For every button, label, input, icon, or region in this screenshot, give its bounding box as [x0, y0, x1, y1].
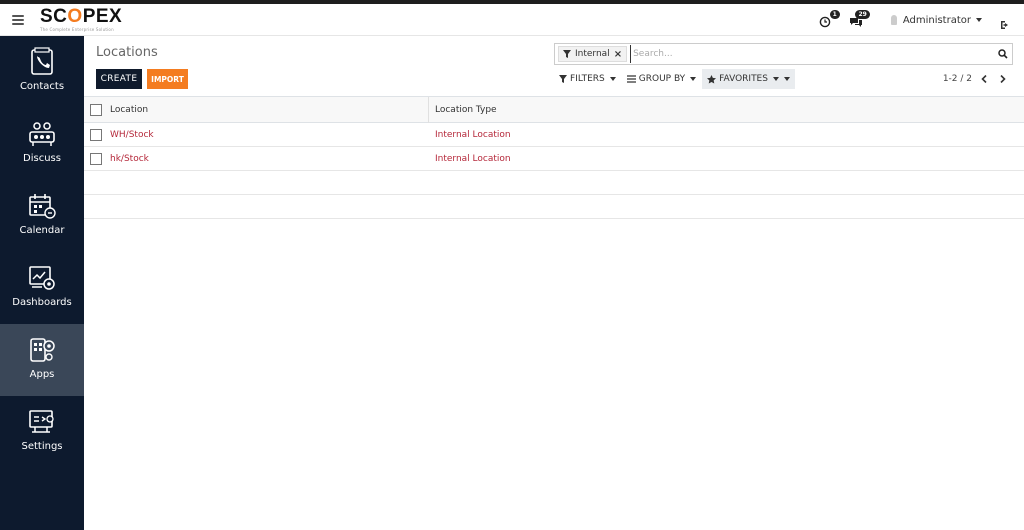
search-facet-internal: Internal × [558, 46, 628, 62]
search-icon[interactable] [994, 45, 1012, 63]
sidebar-item-dashboards[interactable]: Dashboards [0, 252, 84, 324]
filter-icon [563, 50, 571, 58]
row-checkbox[interactable] [90, 152, 102, 165]
column-header-location-type[interactable]: Location Type [429, 105, 1024, 115]
chevron-down-icon [690, 77, 697, 81]
activity-count-badge: 1 [829, 10, 840, 19]
chevron-down-icon [609, 77, 616, 81]
brand-logo[interactable]: SCOPEX The Complete Enterprise Solution [40, 7, 122, 32]
menu-toggle-icon[interactable] [12, 14, 24, 25]
locations-table: Location Location Type WH/Stock Internal… [84, 96, 1024, 219]
location-type-cell[interactable]: Internal Location [429, 130, 1024, 140]
table-row[interactable]: WH/Stock Internal Location [84, 123, 1024, 147]
user-menu[interactable]: Administrator [890, 14, 982, 26]
sidebar-item-apps[interactable]: Apps [0, 324, 84, 396]
empty-row [84, 195, 1024, 219]
sidebar-item-calendar[interactable]: Calendar [0, 180, 84, 252]
logout-icon[interactable] [1000, 15, 1010, 29]
location-cell[interactable]: WH/Stock [110, 130, 154, 140]
favorites-dropdown[interactable]: FAVORITES [702, 69, 795, 89]
messages-count-badge: 29 [855, 10, 870, 19]
group-by-dropdown[interactable]: GROUP BY [622, 69, 701, 89]
import-button[interactable]: IMPORT [147, 69, 188, 89]
pager-value[interactable]: 1-2 / 2 [943, 74, 972, 84]
page-title: Locations [96, 45, 158, 60]
row-checkbox[interactable] [90, 128, 102, 141]
search-options: FILTERS GROUP BY FAVORITES [554, 69, 796, 89]
column-header-location[interactable]: Location [110, 105, 148, 115]
pager: 1-2 / 2 [943, 69, 1010, 89]
activity-clock-icon[interactable]: 1 [819, 10, 840, 28]
filter-icon [559, 75, 567, 83]
star-icon [707, 74, 717, 84]
table-header: Location Location Type [84, 96, 1024, 123]
chevron-down-icon [772, 77, 779, 81]
search-bar: Internal × [554, 43, 1013, 65]
list-icon [626, 75, 636, 83]
chevron-left-icon[interactable] [977, 72, 991, 86]
calendar-icon [29, 194, 56, 219]
user-avatar-icon [890, 15, 897, 25]
apps-icon [30, 338, 55, 362]
contacts-icon [31, 47, 53, 75]
apps-sidebar: Contacts Discuss Calendar Dashboards App… [0, 36, 84, 530]
select-all-checkbox[interactable] [90, 103, 102, 116]
messages-icon[interactable]: 29 [849, 10, 870, 27]
settings-icon [29, 410, 54, 433]
table-row[interactable]: hk/Stock Internal Location [84, 147, 1024, 171]
top-navbar: SCOPEX The Complete Enterprise Solution … [0, 4, 1024, 36]
chevron-right-icon[interactable] [996, 72, 1010, 86]
control-panel: Locations CREATE IMPORT Internal × FILTE… [84, 37, 1024, 97]
sidebar-item-discuss[interactable]: Discuss [0, 108, 84, 180]
location-cell[interactable]: hk/Stock [110, 154, 149, 164]
main-content: Locations CREATE IMPORT Internal × FILTE… [84, 37, 1024, 530]
location-type-cell[interactable]: Internal Location [429, 154, 1024, 164]
filters-dropdown[interactable]: FILTERS [554, 69, 621, 89]
sidebar-item-settings[interactable]: Settings [0, 396, 84, 468]
empty-row [84, 171, 1024, 195]
sidebar-item-contacts[interactable]: Contacts [0, 36, 84, 108]
remove-facet-icon[interactable]: × [614, 49, 622, 60]
chevron-down-icon [976, 18, 982, 22]
user-name: Administrator [902, 14, 971, 26]
dashboards-icon [29, 266, 55, 290]
create-button[interactable]: CREATE [96, 69, 142, 89]
discuss-icon [29, 122, 55, 146]
chevron-down-icon [783, 77, 790, 81]
brand-tagline: The Complete Enterprise Solution [40, 26, 114, 32]
search-input[interactable] [630, 45, 994, 63]
